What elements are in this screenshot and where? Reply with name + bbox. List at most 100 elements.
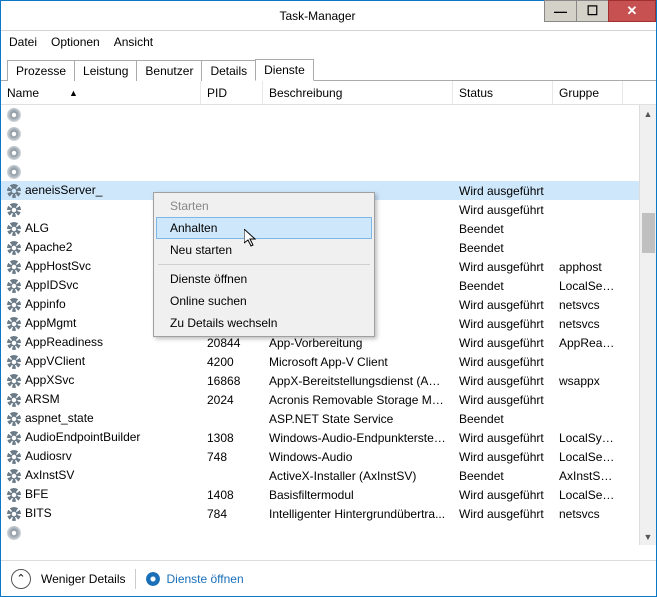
vertical-scrollbar[interactable]: ▲ ▼ xyxy=(639,105,656,545)
cell-status: Beendet xyxy=(459,241,504,255)
cell-status: Wird ausgeführt xyxy=(459,431,544,445)
service-icon xyxy=(7,108,21,122)
footer: ⌃ Weniger Details Dienste öffnen xyxy=(1,560,656,596)
cell-name: Appinfo xyxy=(25,297,66,311)
cell-group: LocalServiceN... xyxy=(559,488,623,502)
cell-status: Wird ausgeführt xyxy=(459,336,544,350)
service-icon xyxy=(7,450,21,464)
menu-file[interactable]: Datei xyxy=(9,35,37,49)
fewer-details-icon[interactable]: ⌃ xyxy=(11,569,31,589)
service-icon xyxy=(7,355,21,369)
cell-group: apphost xyxy=(559,260,602,274)
col-pid[interactable]: PID xyxy=(201,81,263,104)
cell-name: AppXSvc xyxy=(25,373,74,387)
cell-status: Wird ausgeführt xyxy=(459,393,544,407)
service-icon xyxy=(7,393,21,407)
table-row[interactable]: AppXSvc 16868 AppX-Bereitstellungsdienst (… xyxy=(1,371,656,390)
col-group[interactable]: Gruppe xyxy=(553,81,623,104)
tab-users[interactable]: Benutzer xyxy=(136,60,202,81)
scrollbar-thumb[interactable] xyxy=(642,213,655,253)
table-row[interactable]: AxInstSVActiveX-Installer (AxInstSV)Been… xyxy=(1,466,656,485)
table-row[interactable] xyxy=(1,124,656,143)
cell-name: AppHostSvc xyxy=(25,259,91,273)
table-row[interactable]: AudioEndpointBuilder1308Windows-Audio-En… xyxy=(1,428,656,447)
ctx-open-services[interactable]: Dienste öffnen xyxy=(156,268,372,290)
cell-group: LocalServiceN... xyxy=(559,450,623,464)
open-services-link[interactable]: Dienste öffnen xyxy=(146,572,243,586)
service-icon xyxy=(7,222,21,236)
cell-group: LocalServiceN... xyxy=(559,279,623,293)
menu-view[interactable]: Ansicht xyxy=(114,35,153,49)
service-icon xyxy=(7,260,21,274)
menubar: Datei Optionen Ansicht xyxy=(1,31,656,53)
window-controls: — ☐ ✕ xyxy=(544,1,656,30)
table-row[interactable] xyxy=(1,105,656,124)
table-row[interactable] xyxy=(1,143,656,162)
context-menu: Starten Anhalten Neu starten Dienste öff… xyxy=(153,192,375,337)
service-icon xyxy=(7,127,21,141)
table-row[interactable] xyxy=(1,523,656,542)
scroll-down-icon[interactable]: ▼ xyxy=(640,528,656,545)
cell-pid: 784 xyxy=(207,507,227,521)
service-icon xyxy=(7,507,21,521)
cell-status: Wird ausgeführt xyxy=(459,450,544,464)
cell-desc: ActiveX-Installer (AxInstSV) xyxy=(269,469,416,483)
table-row[interactable]: AppVClient4200Microsoft App-V ClientWird… xyxy=(1,352,656,371)
cell-status: Wird ausgeführt xyxy=(459,355,544,369)
col-desc[interactable]: Beschreibung xyxy=(263,81,453,104)
close-button[interactable]: ✕ xyxy=(608,0,656,22)
tab-services[interactable]: Dienste xyxy=(255,59,314,81)
col-status[interactable]: Status xyxy=(453,81,553,104)
cell-group: netsvcs xyxy=(559,298,600,312)
tab-details[interactable]: Details xyxy=(201,60,256,81)
footer-separator xyxy=(135,569,136,589)
cell-status: Wird ausgeführt xyxy=(459,488,544,502)
cell-name: AppVClient xyxy=(25,354,85,368)
cell-pid: 4200 xyxy=(207,355,234,369)
cell-pid: 16868 xyxy=(207,374,240,388)
maximize-button[interactable]: ☐ xyxy=(576,0,608,22)
tab-processes[interactable]: Prozesse xyxy=(7,60,75,81)
cell-desc: ASP.NET State Service xyxy=(269,412,393,426)
scroll-up-icon[interactable]: ▲ xyxy=(640,105,656,122)
cell-pid: 20844 xyxy=(207,336,240,350)
cell-group: LocalSystemN... xyxy=(559,431,623,445)
ctx-restart[interactable]: Neu starten xyxy=(156,239,372,261)
service-icon xyxy=(7,317,21,331)
titlebar: Task-Manager — ☐ ✕ xyxy=(1,1,656,31)
window-title: Task-Manager xyxy=(91,9,544,23)
cell-desc: Windows-Audio-Endpunkterstell... xyxy=(269,431,449,445)
table-row[interactable]: ARSM2024Acronis Removable Storage Man...… xyxy=(1,390,656,409)
table-row[interactable]: BFE1408BasisfiltermodulWird ausgeführtLo… xyxy=(1,485,656,504)
ctx-to-details[interactable]: Zu Details wechseln xyxy=(156,312,372,334)
service-icon xyxy=(7,165,21,179)
fewer-details-label[interactable]: Weniger Details xyxy=(41,572,125,586)
cell-status: Beendet xyxy=(459,412,504,426)
table-row[interactable]: Audiosrv748Windows-AudioWird ausgeführtL… xyxy=(1,447,656,466)
table-row[interactable]: BITS784Intelligenter Hintergrundübertra.… xyxy=(1,504,656,523)
ctx-online-search[interactable]: Online suchen xyxy=(156,290,372,312)
cell-desc: AppX-Bereitstellungsdienst (App... xyxy=(269,374,452,388)
cell-status: Wird ausgeführt xyxy=(459,507,544,521)
ctx-stop[interactable]: Anhalten xyxy=(156,217,372,239)
cell-desc: Basisfiltermodul xyxy=(269,488,354,502)
cell-name: Audiosrv xyxy=(25,449,72,463)
cell-name: AppMgmt xyxy=(25,316,76,330)
cell-group: wsappx xyxy=(559,374,600,388)
table-row[interactable] xyxy=(1,162,656,181)
service-icon xyxy=(7,526,21,540)
gear-icon xyxy=(146,572,160,586)
service-icon xyxy=(7,469,21,483)
col-name[interactable]: Name▲ xyxy=(1,81,201,104)
grid-header: Name▲ PID Beschreibung Status Gruppe xyxy=(1,81,656,105)
cell-desc: Intelligenter Hintergrundübertra... xyxy=(269,507,445,521)
table-row[interactable]: aspnet_stateASP.NET State ServiceBeendet xyxy=(1,409,656,428)
menu-options[interactable]: Optionen xyxy=(51,35,100,49)
cell-status: Wird ausgeführt xyxy=(459,298,544,312)
minimize-button[interactable]: — xyxy=(544,0,576,22)
cell-status: Beendet xyxy=(459,222,504,236)
service-icon xyxy=(7,412,21,426)
sort-asc-icon: ▲ xyxy=(69,88,78,98)
cell-name: aeneisServer_ xyxy=(25,183,102,197)
tab-performance[interactable]: Leistung xyxy=(74,60,137,81)
